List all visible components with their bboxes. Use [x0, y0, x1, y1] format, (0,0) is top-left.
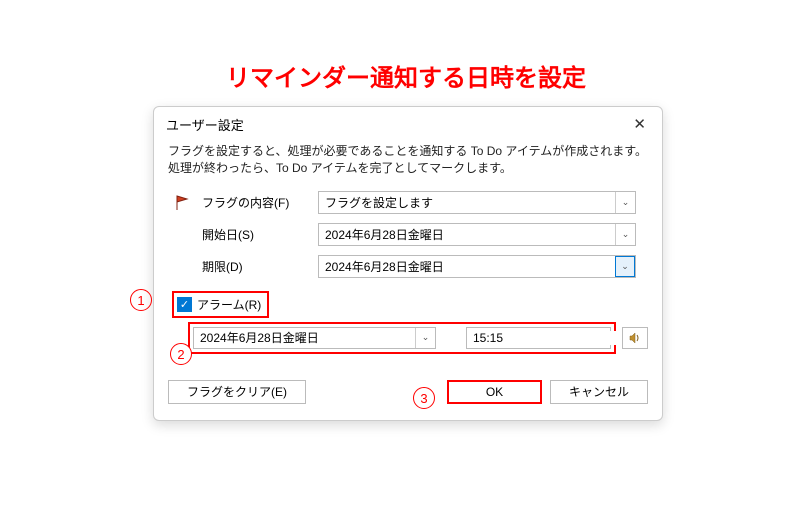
- alarm-time-input[interactable]: [467, 331, 634, 345]
- start-date-dropdown[interactable]: 2024年6月28日金曜日 ⌄: [318, 223, 636, 246]
- alarm-label: アラーム(R): [197, 296, 261, 313]
- flag-content-dropdown[interactable]: フラグを設定します ⌄: [318, 191, 636, 214]
- chevron-down-icon[interactable]: ⌄: [615, 224, 635, 245]
- due-date-dropdown[interactable]: 2024年6月28日金曜日 ⌄: [318, 255, 636, 278]
- flag-content-row: フラグの内容(F) フラグを設定します ⌄: [154, 187, 662, 219]
- alarm-date-dropdown[interactable]: 2024年6月28日金曜日 ⌄: [193, 327, 436, 349]
- clear-flag-button[interactable]: フラグをクリア(E): [168, 380, 306, 404]
- chevron-down-icon[interactable]: ⌄: [415, 328, 435, 348]
- user-settings-dialog: ユーザー設定 ✕ フラグを設定すると、処理が必要であることを通知する To Do…: [153, 106, 663, 421]
- alarm-datetime-highlight: 2024年6月28日金曜日 ⌄ ⌄: [188, 322, 616, 354]
- flag-content-label: フラグの内容(F): [198, 194, 318, 211]
- chevron-down-icon[interactable]: ⌄: [615, 256, 635, 277]
- annotation-marker-3: 3: [413, 387, 435, 409]
- alarm-date-value: 2024年6月28日金曜日: [194, 329, 415, 346]
- sound-button[interactable]: [622, 327, 648, 349]
- close-icon[interactable]: ✕: [627, 115, 652, 133]
- annotation-marker-1: 1: [130, 289, 152, 311]
- annotation-marker-2: 2: [170, 343, 192, 365]
- speaker-icon: [628, 331, 642, 345]
- due-date-value: 2024年6月28日金曜日: [319, 258, 615, 275]
- cancel-button[interactable]: キャンセル: [550, 380, 648, 404]
- start-date-label: 開始日(S): [168, 226, 318, 243]
- start-date-value: 2024年6月28日金曜日: [319, 226, 615, 243]
- alarm-checkbox-highlight: ✓ アラーム(R): [172, 291, 269, 318]
- alarm-checkbox[interactable]: ✓: [177, 297, 192, 312]
- chevron-down-icon[interactable]: ⌄: [615, 192, 635, 213]
- alarm-checkbox-row: ✓ アラーム(R): [154, 291, 662, 318]
- start-date-row: 開始日(S) 2024年6月28日金曜日 ⌄: [154, 219, 662, 251]
- ok-button[interactable]: OK: [447, 380, 542, 404]
- dialog-description: フラグを設定すると、処理が必要であることを通知する To Do アイテムが作成さ…: [154, 139, 662, 187]
- alarm-datetime-row: 2024年6月28日金曜日 ⌄ ⌄: [154, 322, 662, 354]
- dialog-titlebar: ユーザー設定 ✕: [154, 107, 662, 139]
- due-date-label: 期限(D): [168, 258, 318, 275]
- due-date-row: 期限(D) 2024年6月28日金曜日 ⌄: [154, 251, 662, 283]
- flag-content-value: フラグを設定します: [319, 194, 615, 211]
- annotation-title: リマインダー通知する日時を設定: [0, 0, 812, 93]
- alarm-time-dropdown[interactable]: ⌄: [466, 327, 611, 349]
- flag-icon: [168, 194, 198, 212]
- dialog-title: ユーザー設定: [166, 115, 244, 134]
- dialog-button-row: フラグをクリア(E) OK キャンセル: [154, 370, 662, 404]
